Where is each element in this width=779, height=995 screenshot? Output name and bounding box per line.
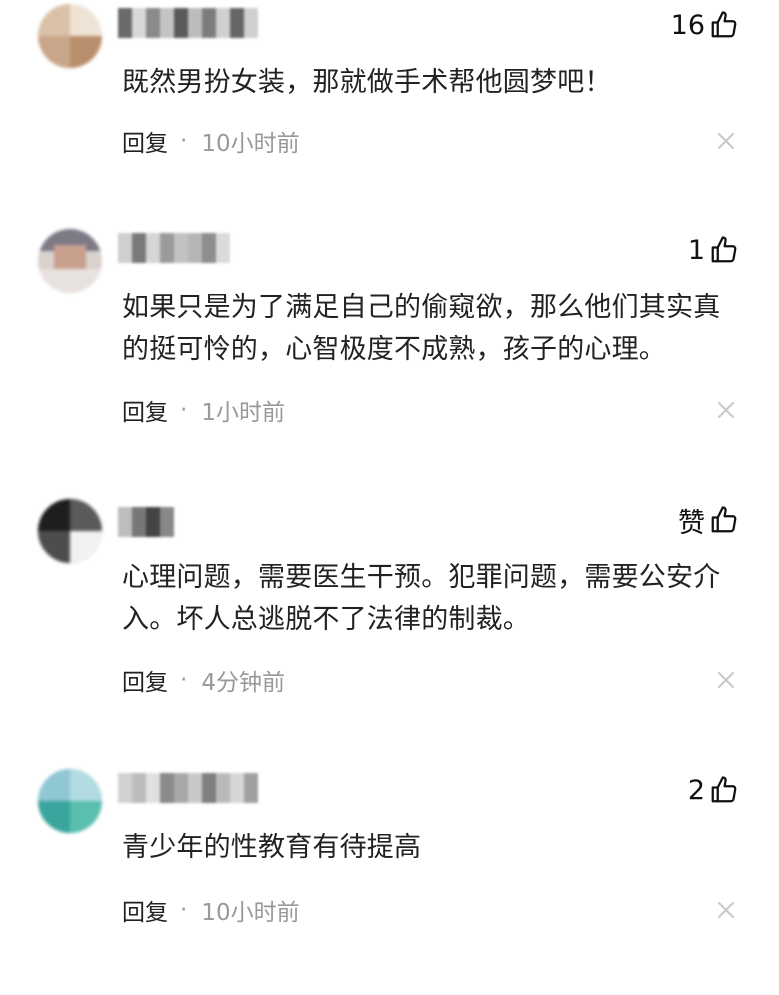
thumbs-up-icon (711, 506, 737, 533)
like-button[interactable]: 2 (688, 773, 739, 807)
username-blurred[interactable] (118, 773, 258, 803)
comment-item: 16 既然男扮女装，那就做手术帮他圆梦吧！ 回复 · 10小时前 (0, 0, 779, 230)
comment-text: 如果只是为了满足自己的偷窥欲，那么他们其实真的挺可怜的，心智极度不成熟，孩子的心… (122, 292, 721, 365)
timestamp: 10小时前 (201, 900, 300, 926)
close-icon[interactable] (715, 669, 737, 691)
separator-dot: · (180, 897, 188, 923)
close-icon[interactable] (715, 399, 737, 421)
like-count: 2 (687, 774, 705, 806)
reply-button[interactable]: 回复 (122, 124, 168, 158)
like-label: 赞 (678, 507, 705, 539)
separator-dot: · (180, 667, 188, 693)
avatar[interactable] (38, 769, 102, 833)
comment-meta: 回复 · 4分钟前 (122, 663, 285, 697)
reply-button[interactable]: 回复 (122, 893, 168, 927)
like-button[interactable]: 1 (688, 233, 739, 267)
comment-item: 1 如果只是为了满足自己的偷窥欲，那么他们其实真的挺可怜的，心智极度不成熟，孩子… (0, 225, 779, 455)
username-blurred[interactable] (118, 233, 230, 263)
comment-text: 青少年的性教育有待提高 (122, 832, 422, 863)
comment-text: 既然男扮女装，那就做手术帮他圆梦吧！ (122, 67, 612, 98)
comment-text: 心理问题，需要医生干预。犯罪问题，需要公安介入。坏人总逃脱不了法律的制裁。 (122, 562, 721, 635)
comment-item: 2 青少年的性教育有待提高 回复 · 10小时前 (0, 765, 779, 995)
username-blurred[interactable] (118, 507, 174, 537)
comment-meta: 回复 · 10小时前 (122, 893, 300, 927)
avatar[interactable] (38, 499, 102, 563)
thumbs-up-icon (711, 11, 737, 38)
timestamp: 10小时前 (201, 131, 300, 157)
timestamp: 4分钟前 (201, 670, 285, 696)
reply-button[interactable]: 回复 (122, 393, 168, 427)
reply-button[interactable]: 回复 (122, 663, 168, 697)
like-button[interactable]: 16 (671, 8, 739, 42)
close-icon[interactable] (715, 130, 737, 152)
comment-meta: 回复 · 1小时前 (122, 393, 285, 427)
comment-meta: 回复 · 10小时前 (122, 124, 300, 158)
avatar[interactable] (38, 229, 102, 293)
like-count: 1 (687, 234, 705, 266)
username-blurred[interactable] (118, 8, 258, 38)
like-count: 16 (670, 9, 705, 41)
avatar[interactable] (38, 4, 102, 68)
thumbs-up-icon (711, 236, 737, 263)
close-icon[interactable] (715, 899, 737, 921)
timestamp: 1小时前 (201, 400, 285, 426)
separator-dot: · (180, 128, 188, 154)
like-button[interactable]: 赞 (678, 503, 739, 539)
thumbs-up-icon (711, 776, 737, 803)
comment-item: 赞 心理问题，需要医生干预。犯罪问题，需要公安介入。坏人总逃脱不了法律的制裁。 … (0, 495, 779, 725)
separator-dot: · (180, 397, 188, 423)
